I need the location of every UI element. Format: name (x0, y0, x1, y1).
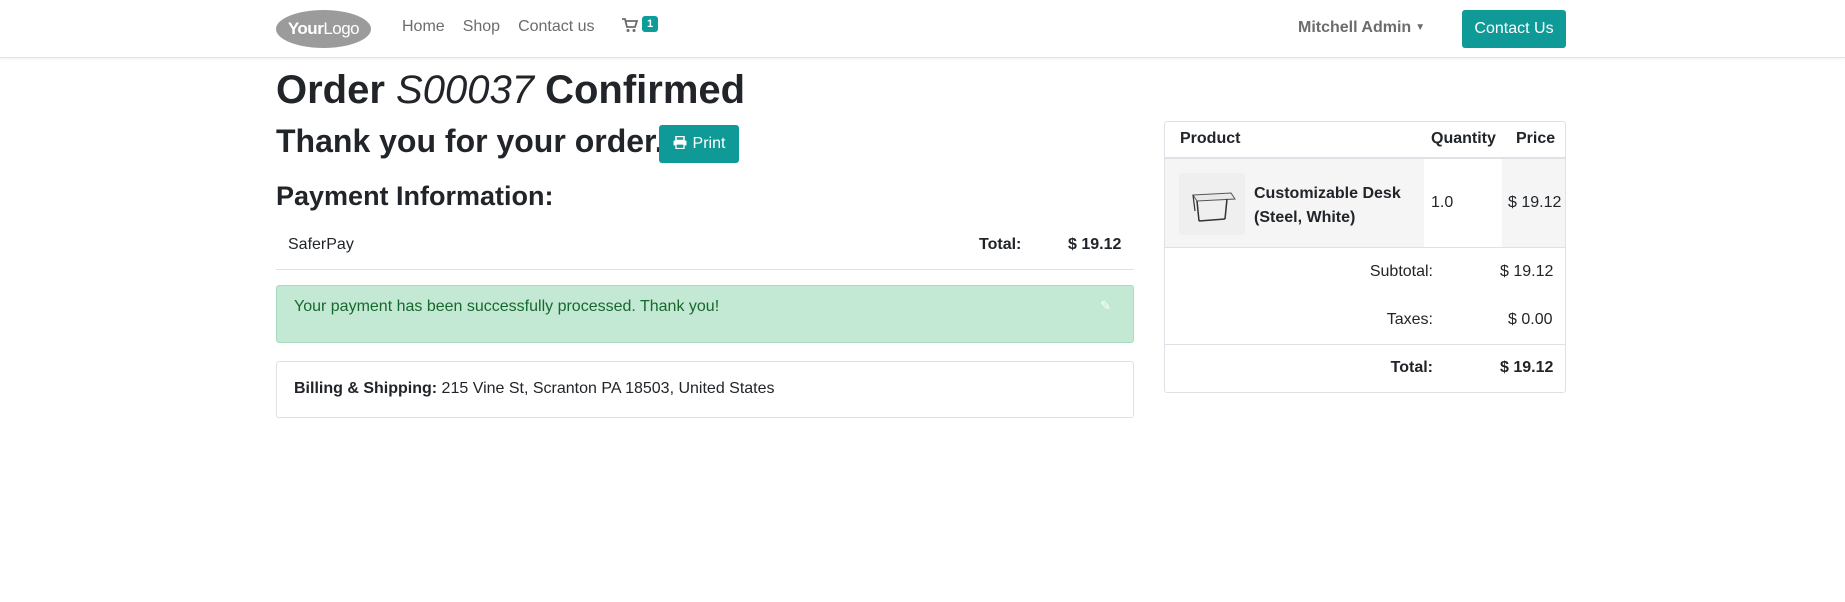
order-summary-table: Product Quantity Price Customizable Desk… (1164, 121, 1566, 393)
print-label: Print (692, 135, 726, 152)
product-name[interactable]: Customizable Desk (Steel, White) (1254, 182, 1401, 230)
top-navbar: Your Logo Home Shop Contact us 1 Mitchell… (0, 0, 1845, 58)
subtotal-label: Subtotal: (1369, 263, 1433, 280)
total-label: Total: (1390, 359, 1433, 376)
column-header-quantity: Quantity (1431, 130, 1496, 147)
cart-count-badge[interactable]: 1 (642, 16, 659, 32)
product-name-line2: (Steel, White) (1254, 209, 1356, 226)
product-price: $ 19.12 (1508, 194, 1562, 211)
billing-label: Billing & Shipping: (294, 380, 438, 397)
taxes-label: Taxes: (1386, 311, 1433, 328)
row-divider (1165, 247, 1565, 248)
billing-text: Billing & Shipping: 215 Vine St, Scranto… (294, 380, 775, 398)
payment-row: SaferPay Total: $ 19.12 (276, 229, 1134, 270)
nav-home[interactable]: Home (402, 18, 445, 36)
cart-svg (622, 18, 639, 32)
payment-method: SaferPay (288, 236, 354, 253)
product-name-line1: Customizable Desk (1254, 185, 1401, 202)
billing-address: 215 Vine St, Scranton PA 18503, United S… (441, 380, 775, 397)
order-title-prefix: Order (276, 68, 397, 112)
nav-shop[interactable]: Shop (463, 18, 500, 36)
payment-total-label: Total: (979, 236, 1022, 253)
order-title: Order S00037 Confirmed (276, 66, 745, 114)
shopping-cart-icon[interactable] (622, 18, 639, 38)
nav-contact-us[interactable]: Contact us (518, 18, 594, 36)
product-quantity: 1.0 (1431, 194, 1454, 211)
contact-us-button[interactable]: Contact Us (1462, 10, 1566, 48)
payment-total-value: $ 19.12 (1068, 236, 1122, 253)
order-id: S00037 (396, 68, 534, 112)
column-header-price: Price (1516, 130, 1556, 147)
thank-you-heading: Thank you for your order. (276, 123, 664, 159)
main-nav: Home Shop Contact us (402, 18, 613, 36)
billing-shipping-box: Billing & Shipping: 215 Vine St, Scranto… (276, 361, 1134, 418)
site-logo[interactable]: Your Logo (276, 10, 371, 48)
user-menu-dropdown[interactable]: Mitchell Admin ▼ (1298, 19, 1425, 37)
column-header-product: Product (1180, 130, 1241, 147)
alert-message: Your payment has been successfully proce… (294, 298, 720, 315)
user-name: Mitchell Admin (1298, 19, 1412, 36)
subtotal-value: $ 19.12 (1500, 263, 1554, 280)
order-title-suffix: Confirmed (533, 68, 746, 112)
payment-info-heading: Payment Information: (276, 181, 554, 211)
logo-text-your: Your (287, 19, 324, 38)
table-row: Customizable Desk (Steel, White) 1.0 $ 1… (1165, 159, 1565, 247)
pencil-icon[interactable]: ✎ (1100, 298, 1111, 314)
taxes-value: $ 0.00 (1508, 311, 1553, 328)
product-image[interactable] (1179, 173, 1245, 235)
payment-success-alert: Your payment has been successfully proce… (276, 285, 1134, 343)
total-divider (1165, 344, 1565, 345)
print-button[interactable]: Print (659, 125, 739, 163)
caret-down-icon: ▼ (1415, 22, 1426, 34)
total-value: $ 19.12 (1500, 359, 1554, 376)
desk-icon (1192, 192, 1236, 222)
printer-icon (673, 135, 687, 152)
logo-text-logo: Logo (323, 19, 360, 38)
